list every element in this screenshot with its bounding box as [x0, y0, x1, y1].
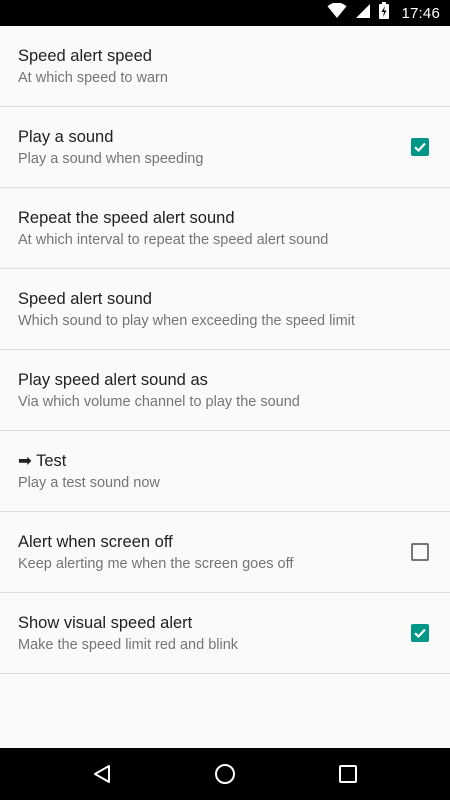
- pref-text: Show visual speed alert Make the speed l…: [18, 612, 238, 655]
- preferences-list[interactable]: Speed alert speed At which speed to warn…: [0, 26, 450, 748]
- pref-summary: Play a sound when speeding: [18, 150, 204, 167]
- recents-icon: [339, 765, 358, 783]
- back-icon: [93, 765, 110, 783]
- pref-text: Alert when screen off Keep alerting me w…: [18, 531, 293, 574]
- pref-summary: At which speed to warn: [18, 69, 168, 86]
- navigation-bar: [0, 748, 450, 800]
- pref-alert-when-screen-off[interactable]: Alert when screen off Keep alerting me w…: [0, 512, 450, 593]
- status-icons: 17:46: [327, 1, 440, 24]
- pref-title: Play a sound: [18, 127, 114, 146]
- pref-summary: Which sound to play when exceeding the s…: [18, 312, 355, 329]
- pref-play-speed-alert-sound-as[interactable]: Play speed alert sound as Via which volu…: [0, 350, 450, 431]
- pref-title: Speed alert speed: [18, 46, 152, 65]
- battery-charging-icon: [379, 2, 390, 24]
- pref-text: Speed alert sound Which sound to play wh…: [18, 288, 355, 331]
- pref-title: Show visual speed alert: [18, 613, 193, 632]
- pref-text: Play speed alert sound as Via which volu…: [18, 369, 300, 412]
- pref-summary: Via which volume channel to play the sou…: [18, 393, 300, 410]
- pref-play-a-sound[interactable]: Play a sound Play a sound when speeding: [0, 107, 450, 188]
- pref-text: Speed alert speed At which speed to warn: [18, 45, 168, 88]
- home-button[interactable]: [205, 754, 245, 794]
- status-bar: 17:46: [0, 0, 450, 26]
- pref-speed-alert-sound[interactable]: Speed alert sound Which sound to play wh…: [0, 269, 450, 350]
- pref-title: Speed alert sound: [18, 289, 152, 308]
- checkmark-icon: [414, 142, 426, 153]
- pref-summary: Make the speed limit red and blink: [18, 636, 239, 653]
- pref-summary: Keep alerting me when the screen goes of…: [18, 555, 294, 572]
- pref-text: ➡ Test Play a test sound now: [18, 450, 160, 493]
- wifi-icon: [327, 1, 347, 24]
- back-button[interactable]: [82, 754, 122, 794]
- pref-title: Alert when screen off: [18, 532, 173, 551]
- pref-text: Play a sound Play a sound when speeding: [18, 126, 203, 169]
- pref-repeat-speed-alert-sound[interactable]: Repeat the speed alert sound At which in…: [0, 188, 450, 269]
- pref-show-visual-speed-alert[interactable]: Show visual speed alert Make the speed l…: [0, 593, 450, 674]
- play-sound-checkbox[interactable]: [411, 138, 429, 156]
- signal-icon: [355, 3, 371, 24]
- pref-text: Repeat the speed alert sound At which in…: [18, 207, 328, 250]
- pref-test-sound[interactable]: ➡ Test Play a test sound now: [0, 431, 450, 512]
- checkmark-icon: [414, 628, 426, 639]
- recents-button[interactable]: [328, 754, 368, 794]
- home-icon: [214, 764, 235, 784]
- visual-alert-checkbox[interactable]: [411, 624, 429, 642]
- pref-summary: At which interval to repeat the speed al…: [18, 231, 329, 248]
- pref-title: Play speed alert sound as: [18, 370, 208, 389]
- pref-summary: Play a test sound now: [18, 474, 160, 491]
- pref-speed-alert-speed[interactable]: Speed alert speed At which speed to warn: [0, 26, 450, 107]
- pref-title: Repeat the speed alert sound: [18, 208, 235, 227]
- status-time: 17:46: [401, 4, 440, 22]
- pref-title: ➡ Test: [18, 451, 67, 470]
- screen-off-checkbox[interactable]: [411, 543, 429, 561]
